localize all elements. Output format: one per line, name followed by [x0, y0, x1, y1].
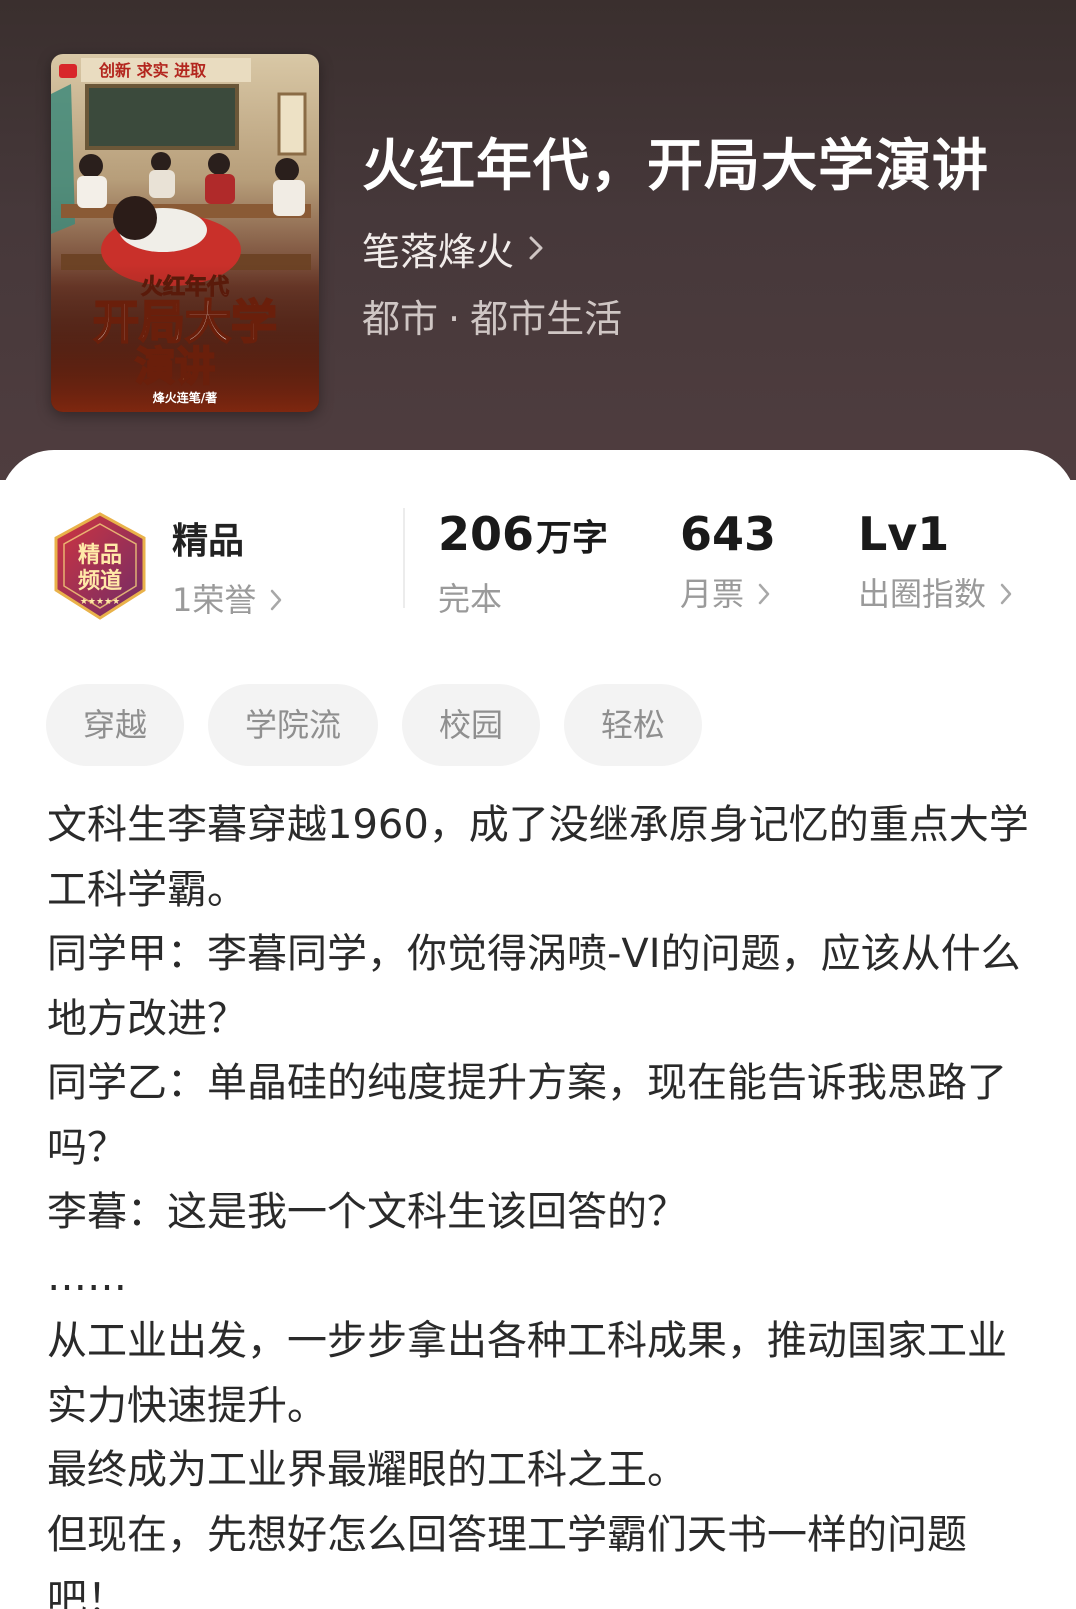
stats-divider — [403, 508, 405, 608]
word-count-stat: 206万字 完本 — [438, 502, 608, 621]
book-header: 创新 求实 进取 火红年代 开局大学 演讲 烽火连笔/著 火红年代，开局大学演讲… — [0, 0, 1076, 480]
word-count-unit: 万字 — [536, 518, 609, 559]
tag-list: 穿越 学院流 校园 轻松 — [46, 684, 726, 766]
cover-illustration: 创新 求实 进取 火红年代 开局大学 演讲 烽火连笔/著 — [51, 54, 319, 412]
honor-count: 1荣誉 — [172, 581, 257, 619]
author-name: 笔落烽火 — [362, 229, 515, 274]
honor-link[interactable]: 1荣誉 — [172, 578, 282, 622]
cover-title-line3: 演讲 — [135, 344, 215, 390]
monthly-tickets-label: 月票 — [680, 575, 745, 613]
book-synopsis[interactable]: 文科生李暮穿越1960，成了没继承原身记忆的重点大学工科学霸。 同学甲：李暮同学… — [47, 793, 1037, 1609]
synopsis-paragraph: 同学甲：李暮同学，你觉得涡喷-VI的问题，应该从什么地方改进？ — [47, 931, 1021, 1042]
premium-channel-badge-icon[interactable]: 精品 频道 ★★★★★ — [50, 512, 150, 622]
completion-status: 完本 — [438, 580, 503, 618]
tag-chip[interactable]: 校园 — [402, 684, 541, 766]
popularity-index-stat[interactable]: Lv1 出圈指数 — [858, 502, 1012, 616]
synopsis-paragraph: 李暮：这是我一个文科生该回答的？ — [47, 1189, 687, 1235]
genre-secondary: 都市生活 — [470, 297, 623, 341]
genre-primary: 都市 — [362, 297, 439, 341]
badge-text-bottom: 频道 — [78, 568, 122, 594]
book-detail-page: 创新 求实 进取 火红年代 开局大学 演讲 烽火连笔/著 火红年代，开局大学演讲… — [0, 0, 1076, 1609]
chevron-right-icon — [529, 236, 543, 260]
book-cover[interactable]: 创新 求实 进取 火红年代 开局大学 演讲 烽火连笔/著 — [51, 54, 319, 412]
tag-chip[interactable]: 穿越 — [46, 684, 185, 766]
chevron-right-icon — [271, 589, 282, 611]
chevron-right-icon — [758, 583, 770, 605]
chevron-right-icon — [1000, 583, 1012, 605]
monthly-tickets-stat[interactable]: 643 月票 — [680, 502, 776, 616]
author-link[interactable]: 笔落烽火 — [362, 222, 544, 274]
synopsis-paragraph: 但现在，先想好怎么回答理工学霸们天书一样的问题吧！ — [47, 1511, 967, 1609]
synopsis-paragraph: …… — [47, 1253, 127, 1300]
cover-slogan: 创新 求实 进取 — [98, 61, 206, 80]
book-genre: 都市 · 都市生活 — [362, 292, 622, 346]
book-title: 火红年代，开局大学演讲 — [362, 133, 989, 199]
popularity-index-value: Lv1 — [858, 507, 950, 561]
tag-chip[interactable]: 轻松 — [564, 684, 703, 766]
monthly-tickets-value: 643 — [680, 507, 777, 561]
tag-chip[interactable]: 学院流 — [208, 684, 379, 766]
stats-row: 精品 频道 ★★★★★ 精品 1荣誉 206万字 完本 643 月票 Lv1 出… — [0, 498, 1076, 626]
word-count-value: 206 — [438, 507, 535, 561]
popularity-index-label: 出圈指数 — [858, 575, 987, 613]
honor-title: 精品 — [172, 521, 245, 562]
genre-separator: · — [448, 297, 461, 341]
badge-text-top: 精品 — [78, 542, 122, 568]
cover-title-line2: 开局大学 — [93, 295, 277, 349]
synopsis-paragraph: 从工业出发，一步步拿出各种工科成果，推动国家工业实力快速提升。 — [47, 1318, 1007, 1429]
synopsis-paragraph: 同学乙：单晶硅的纯度提升方案，现在能告诉我思路了吗？ — [47, 1060, 1007, 1171]
synopsis-paragraph: 最终成为工业界最耀眼的工科之王。 — [47, 1447, 687, 1493]
book-info-card: 精品 频道 ★★★★★ 精品 1荣誉 206万字 完本 643 月票 Lv1 出… — [0, 450, 1076, 1609]
cover-author: 烽火连笔/著 — [153, 390, 217, 405]
synopsis-paragraph: 文科生李暮穿越1960，成了没继承原身记忆的重点大学工科学霸。 — [47, 802, 1029, 913]
svg-text:★★★★★: ★★★★★ — [80, 597, 120, 607]
